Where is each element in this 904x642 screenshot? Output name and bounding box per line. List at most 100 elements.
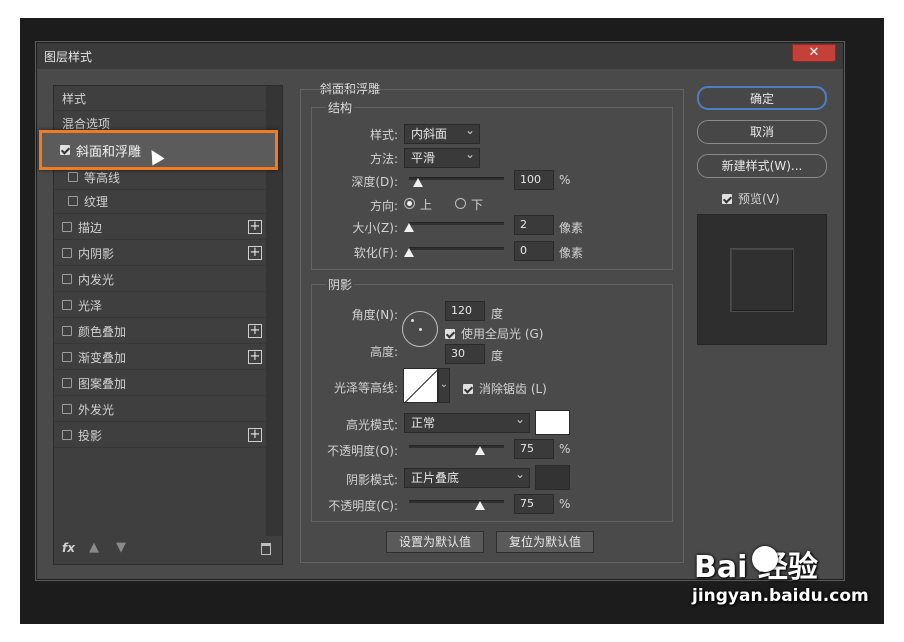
add-effect-plus-icon[interactable]: + [248,324,262,338]
soften-slider-thumb[interactable] [404,248,414,257]
style-item[interactable]: 投影 + [54,423,266,448]
preview-row[interactable]: 预览(V) [722,190,780,207]
style-item-checkbox[interactable] [62,326,72,336]
style-item-label: 光泽 [78,298,103,313]
arrow-up-icon[interactable]: ▲ [89,540,99,555]
watermark-url: jingyan.baidu.com [692,586,869,606]
global-light-checkbox[interactable] [445,328,455,339]
fx-icon[interactable]: fx [62,541,75,555]
highlight-opacity-slider[interactable] [409,445,504,448]
close-button[interactable]: ✕ [792,44,836,62]
size-slider-thumb[interactable] [404,223,414,232]
preview-checkbox[interactable] [722,193,732,204]
style-item-label: 纹理 [84,194,109,209]
shadow-opacity-slider[interactable] [409,500,504,503]
shading-title: 阴影 [326,276,355,293]
style-item[interactable]: 内阴影 + [54,241,266,266]
shadow-color-swatch[interactable] [535,465,570,490]
gloss-contour-swatch[interactable] [403,368,438,403]
size-unit: 像素 [559,221,584,235]
highlight-opacity-unit: % [559,442,571,456]
preview-label: 预览(V) [738,192,780,206]
style-item[interactable]: 纹理 [54,189,266,214]
soften-unit: 像素 [559,246,584,260]
style-item[interactable]: 样式 [54,86,266,111]
style-item-label: 内发光 [78,272,115,287]
new-style-button[interactable]: 新建样式(W)... [697,154,827,178]
technique-select[interactable]: 平滑 [404,147,480,168]
style-item[interactable]: 内发光 [54,267,266,292]
altitude-input[interactable]: 30 [445,344,485,364]
style-item-label: 外发光 [78,402,115,417]
style-item[interactable]: 光泽 [54,293,266,318]
highlight-opacity-input[interactable]: 75 [514,439,554,459]
watermark-brand: Bai 经验 [694,550,818,585]
preview-area [697,214,827,345]
add-effect-plus-icon[interactable]: + [248,428,262,442]
direction-down-radio[interactable] [455,198,466,209]
style-item-checkbox[interactable] [62,378,72,388]
shadow-mode-label: 阴影模式: [345,473,398,487]
style-item[interactable]: 描边 + [54,215,266,240]
style-item[interactable]: 颜色叠加 + [54,319,266,344]
soften-label: 软化(F): [353,246,398,260]
highlight-opacity-label: 不透明度(O): [327,444,398,458]
ok-button[interactable]: 确定 [697,86,827,110]
gloss-contour-label: 光泽等高线: [333,381,398,395]
arrow-down-icon[interactable]: ▼ [116,540,126,555]
angle-input[interactable]: 120 [445,301,485,321]
soften-input[interactable]: 0 [514,241,554,261]
style-item-checkbox[interactable] [62,404,72,414]
structure-title: 结构 [326,99,355,116]
antialias-checkbox[interactable] [463,383,473,394]
style-item-checkbox[interactable] [68,172,78,182]
direction-up-radio[interactable] [404,198,415,209]
reset-default-button[interactable]: 复位为默认值 [496,531,594,553]
global-light-row[interactable]: 使用全局光 (G) [445,325,543,342]
direction-down-label: 下 [471,198,484,212]
bevel-checkbox[interactable] [60,145,70,155]
style-item-checkbox[interactable] [62,300,72,310]
technique-label: 方法: [369,152,398,166]
depth-input[interactable]: 100 [514,170,554,190]
shadow-opacity-thumb[interactable] [475,501,485,510]
shadow-mode-select[interactable]: 正片叠底 [404,467,530,488]
contour-dropdown-arrow-icon[interactable]: ⌄ [438,368,450,403]
style-item-label: 样式 [62,91,87,106]
depth-slider-thumb[interactable] [413,178,423,187]
paw-icon [752,546,778,572]
add-effect-plus-icon[interactable]: + [248,220,262,234]
add-effect-plus-icon[interactable]: + [248,246,262,260]
style-item-checkbox[interactable] [62,352,72,362]
style-item-label: 图案叠加 [78,376,127,391]
style-item-checkbox[interactable] [62,248,72,258]
highlight-opacity-thumb[interactable] [475,446,485,455]
cancel-button[interactable]: 取消 [697,120,827,144]
trash-icon[interactable] [261,543,271,555]
set-default-button[interactable]: 设置为默认值 [386,531,484,553]
depth-slider[interactable] [409,177,504,180]
antialias-row[interactable]: 消除锯齿 (L) [463,380,547,397]
altitude-label: 高度: [369,345,398,359]
highlight-mode-select[interactable]: 正常 [404,412,530,433]
size-input[interactable]: 2 [514,215,554,235]
style-item[interactable]: 图案叠加 [54,371,266,396]
shadow-opacity-input[interactable]: 75 [514,494,554,514]
style-item-label: 等高线 [84,170,121,185]
dialog-title: 图层样式 [44,50,93,64]
size-slider[interactable] [409,222,504,225]
add-effect-plus-icon[interactable]: + [248,350,262,364]
style-item-checkbox[interactable] [68,196,78,206]
style-item[interactable]: 外发光 [54,397,266,422]
soften-slider[interactable] [409,247,504,250]
style-label: 样式: [369,128,398,142]
style-item-checkbox[interactable] [62,274,72,284]
title-bar [37,43,843,69]
bevel-style-select[interactable]: 内斜面 [404,123,480,144]
style-item-bevel-emboss[interactable]: 斜面和浮雕 [60,137,272,163]
angle-dial[interactable] [402,311,438,347]
highlight-color-swatch[interactable] [535,410,570,435]
style-item[interactable]: 渐变叠加 + [54,345,266,370]
style-item-checkbox[interactable] [62,222,72,232]
style-item-checkbox[interactable] [62,430,72,440]
